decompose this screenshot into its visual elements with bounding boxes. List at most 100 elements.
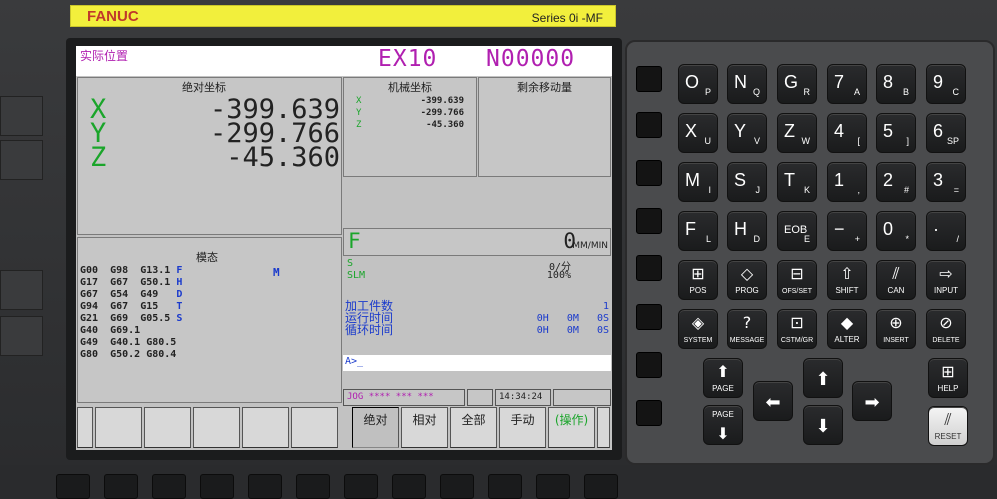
- side-key[interactable]: [636, 208, 662, 234]
- book-icon: ⊞: [941, 362, 955, 381]
- key-system[interactable]: ◈ SYSTEM: [678, 309, 718, 349]
- key-pos[interactable]: ⊞ POS: [678, 260, 718, 300]
- bottom-key[interactable]: [344, 474, 378, 499]
- bottom-key[interactable]: [440, 474, 474, 499]
- alter-icon: ◆: [840, 313, 854, 332]
- bottom-key[interactable]: [584, 474, 618, 499]
- key-3[interactable]: 3 =: [926, 162, 966, 202]
- cycle-time-label: 循环时间: [345, 323, 394, 337]
- side-key[interactable]: [636, 352, 662, 378]
- softkey-blank[interactable]: [242, 407, 289, 448]
- axis-value: -299.766: [420, 108, 464, 118]
- bottom-key[interactable]: [152, 474, 186, 499]
- softkey-return[interactable]: [77, 407, 93, 448]
- key-can[interactable]: ⫽ CAN: [876, 260, 916, 300]
- axis-value: -45.360: [426, 120, 464, 130]
- run-time-value: 0H 0M 0S: [536, 313, 609, 324]
- key-cursor-down[interactable]: ⬇: [803, 405, 843, 445]
- key-page-down[interactable]: PAGE ⬇: [703, 405, 743, 445]
- key-o[interactable]: OP: [678, 64, 718, 104]
- left-side-key[interactable]: [0, 316, 43, 356]
- key-help[interactable]: ⊞ HELP: [928, 358, 968, 398]
- key-t[interactable]: TK: [777, 162, 817, 202]
- key-4[interactable]: 4[: [827, 113, 867, 153]
- feed-unit: MM/MIN: [572, 241, 608, 251]
- key-g[interactable]: GR: [777, 64, 817, 104]
- modal-m-code: M: [273, 266, 280, 279]
- key-6[interactable]: 6 SP: [926, 113, 966, 153]
- modal-line: G67 G54 G49 D: [80, 289, 183, 300]
- softkey-operation[interactable]: (操作): [548, 407, 595, 448]
- side-key[interactable]: [636, 304, 662, 330]
- left-side-key[interactable]: [0, 270, 43, 310]
- bottom-key[interactable]: [536, 474, 570, 499]
- reset-icon: ⫽: [944, 410, 952, 429]
- softkey-all[interactable]: 全部: [450, 407, 497, 448]
- softkey-blank[interactable]: [144, 407, 191, 448]
- key-x[interactable]: XU: [678, 113, 718, 153]
- key-message[interactable]: ? MESSAGE: [727, 309, 767, 349]
- bottom-key[interactable]: [392, 474, 426, 499]
- position-icon: ⊞: [691, 264, 705, 283]
- key-cursor-left[interactable]: ⬅: [753, 381, 793, 421]
- key-prog[interactable]: ◇ PROG: [727, 260, 767, 300]
- key-m[interactable]: MI: [678, 162, 718, 202]
- side-key[interactable]: [636, 400, 662, 426]
- side-key[interactable]: [636, 160, 662, 186]
- key-5[interactable]: 5]: [876, 113, 916, 153]
- left-side-key[interactable]: [0, 96, 43, 136]
- softkey-absolute[interactable]: 绝对: [352, 407, 399, 448]
- key-shift[interactable]: ⇧ SHIFT: [827, 260, 867, 300]
- command-input[interactable]: A>_: [343, 355, 611, 371]
- key-eob[interactable]: EOB E: [777, 211, 817, 251]
- bottom-key[interactable]: [104, 474, 138, 499]
- key-ofs-set[interactable]: ⊟ OFS/SET: [777, 260, 817, 300]
- machine-row-x: X -399.639: [356, 96, 466, 106]
- softkey-bar: 绝对 相对 全部 手动 (操作): [77, 407, 611, 449]
- side-key[interactable]: [636, 112, 662, 138]
- key-9[interactable]: 9C: [926, 64, 966, 104]
- key-input[interactable]: ⇨ INPUT: [926, 260, 966, 300]
- modal-line: G40 G69.1: [80, 325, 141, 336]
- softkey-next[interactable]: [597, 407, 610, 448]
- key-cursor-up[interactable]: ⬆: [803, 358, 843, 398]
- key-z[interactable]: ZW: [777, 113, 817, 153]
- key-s[interactable]: SJ: [727, 162, 767, 202]
- softkey-blank[interactable]: [291, 407, 338, 448]
- bottom-key[interactable]: [296, 474, 330, 499]
- key-cstm-gr[interactable]: ⊡ CSTM/GR: [777, 309, 817, 349]
- parts-count-value: 1: [602, 301, 609, 312]
- key-h[interactable]: HD: [727, 211, 767, 251]
- softkey-blank[interactable]: [95, 407, 142, 448]
- key-alter[interactable]: ◆ ALTER: [827, 309, 867, 349]
- side-key[interactable]: [636, 255, 662, 281]
- key-cursor-right[interactable]: ➡: [852, 381, 892, 421]
- key-dot[interactable]: · /: [926, 211, 966, 251]
- sequence-number: N00000: [486, 46, 576, 72]
- key-7[interactable]: 7A: [827, 64, 867, 104]
- softkey-relative[interactable]: 相对: [401, 407, 448, 448]
- bottom-key[interactable]: [56, 474, 90, 499]
- key-0[interactable]: 0 *: [876, 211, 916, 251]
- modal-line: G80 G50.2 G80.4: [80, 349, 177, 360]
- key-page-up[interactable]: ⬆ PAGE: [703, 358, 743, 398]
- key-minus[interactable]: − +: [827, 211, 867, 251]
- screen-title: 实际位置: [80, 49, 129, 63]
- key-insert[interactable]: ⊕ INSERT: [876, 309, 916, 349]
- softkey-blank[interactable]: [193, 407, 240, 448]
- left-side-key[interactable]: [0, 140, 43, 180]
- bottom-key[interactable]: [200, 474, 234, 499]
- key-1[interactable]: 1,: [827, 162, 867, 202]
- key-delete[interactable]: ⊘ DELETE: [926, 309, 966, 349]
- key-reset[interactable]: ⫽ RESET: [928, 406, 968, 446]
- key-8[interactable]: 8B: [876, 64, 916, 104]
- key-f[interactable]: FL: [678, 211, 718, 251]
- axis-label: Z: [356, 120, 362, 130]
- softkey-handle[interactable]: 手动: [499, 407, 546, 448]
- side-key[interactable]: [636, 66, 662, 92]
- key-2[interactable]: 2 #: [876, 162, 916, 202]
- bottom-key[interactable]: [488, 474, 522, 499]
- key-n[interactable]: NQ: [727, 64, 767, 104]
- key-y[interactable]: YV: [727, 113, 767, 153]
- bottom-key[interactable]: [248, 474, 282, 499]
